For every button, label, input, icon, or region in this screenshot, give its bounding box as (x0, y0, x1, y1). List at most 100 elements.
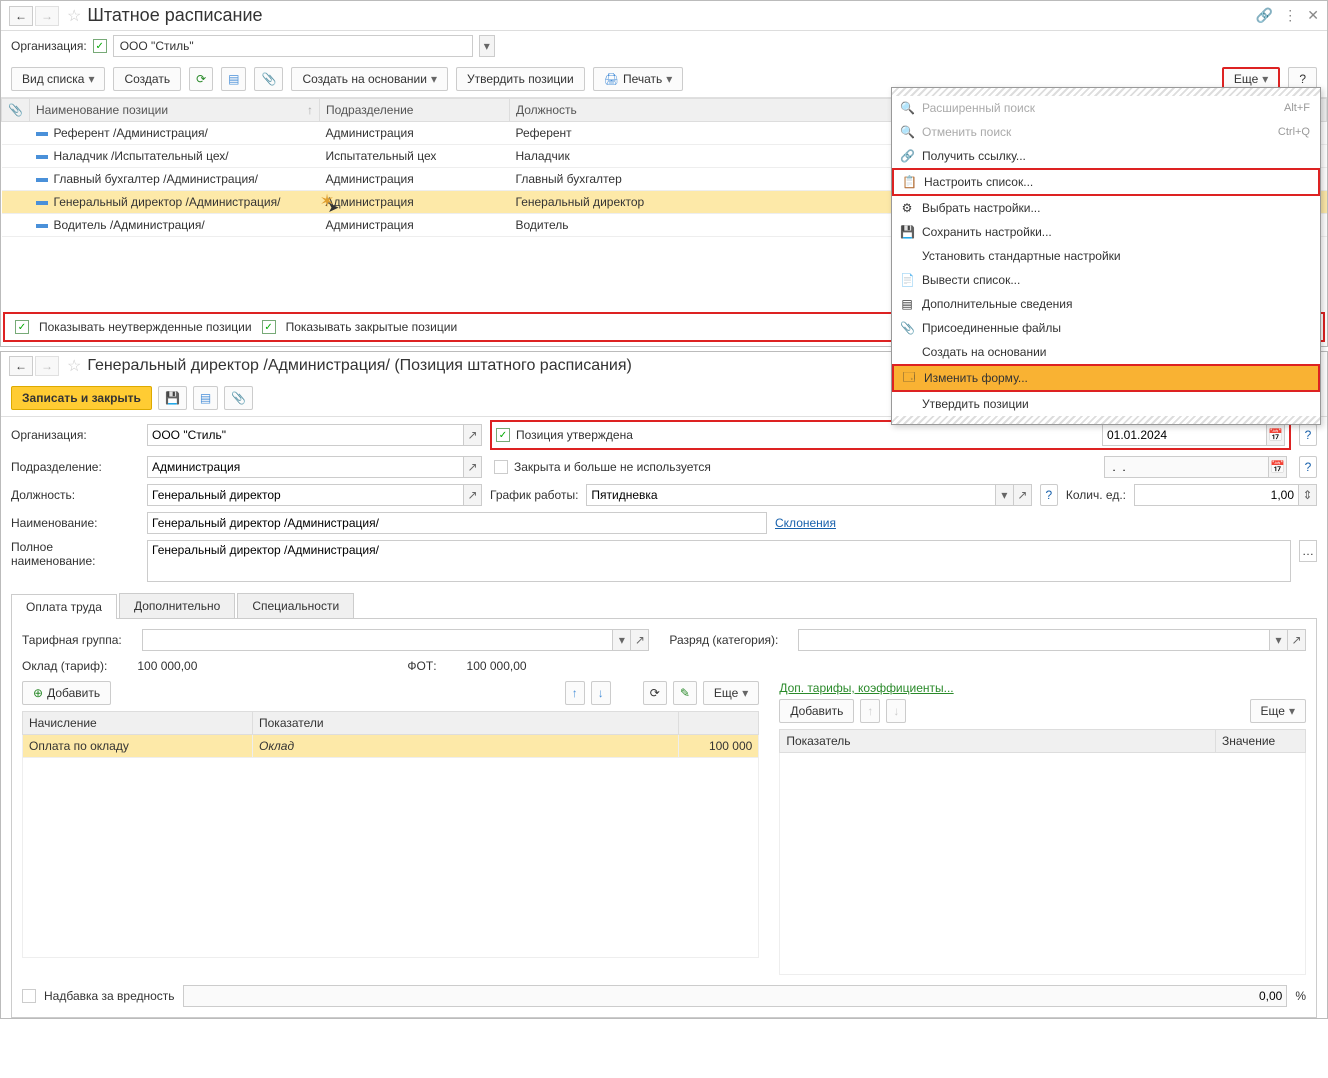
rank-input[interactable] (798, 629, 1270, 651)
save-close-button[interactable]: Записать и закрыть (11, 386, 152, 410)
org-checkbox[interactable]: ✓ (93, 39, 107, 53)
more-coef-button[interactable]: Еще▾ (1250, 699, 1306, 723)
menu-adv-search[interactable]: 🔍Расширенный поискAlt+F (892, 96, 1320, 120)
coef-up-button[interactable]: ↑ (860, 699, 880, 723)
declension-link[interactable]: Склонения (775, 516, 836, 530)
create-button[interactable]: Создать (113, 67, 181, 91)
menu-output-list[interactable]: 📄Вывести список... (892, 268, 1320, 292)
menu-approve[interactable]: Утвердить позиции (892, 392, 1320, 416)
fullname-expand[interactable]: … (1299, 540, 1317, 562)
menu-config-list[interactable]: 📋Настроить список... (892, 168, 1320, 196)
approved-checkbox[interactable]: ✓ (496, 428, 510, 442)
favorite-icon[interactable]: ☆ (67, 6, 81, 26)
list-icon-button[interactable]: ▤ (193, 386, 218, 410)
staff-schedule-window: ← → ☆ Штатное расписание 🔗 ⋮ ✕ Организац… (0, 0, 1328, 347)
create-based-button[interactable]: Создать на основании▾ (291, 67, 448, 91)
detail-back-button[interactable]: ← (9, 356, 33, 376)
harm-value-input[interactable] (183, 985, 1288, 1007)
org-input[interactable] (147, 424, 464, 446)
detail-forward-button[interactable]: → (35, 356, 59, 376)
col-name[interactable]: Наименование позиции↑ (30, 99, 320, 122)
forward-button[interactable]: → (35, 6, 59, 26)
tab-pay[interactable]: Оплата труда (11, 594, 117, 619)
menu-change-form[interactable]: 🗔Изменить форму... (892, 364, 1320, 392)
refresh-button[interactable]: ⟳ (189, 67, 213, 91)
tab-extra[interactable]: Дополнительно (119, 593, 235, 618)
col-accrual[interactable]: Начисление (23, 712, 253, 735)
col-indicators[interactable]: Показатели (253, 712, 679, 735)
move-up-button[interactable]: ↑ (565, 681, 585, 705)
help-button[interactable]: ? (1299, 424, 1317, 446)
approved-date-input[interactable] (1102, 424, 1267, 446)
link-icon[interactable]: 🔗 (1256, 7, 1273, 24)
refresh-accruals-button[interactable]: ⟳ (643, 681, 667, 705)
info-icon: ▤ (900, 297, 914, 311)
edit-accruals-button[interactable]: ✎ (673, 681, 697, 705)
org-open-button[interactable]: ↗ (464, 424, 482, 446)
units-input[interactable] (1134, 484, 1299, 506)
harm-checkbox[interactable] (22, 989, 36, 1003)
more-accruals-button[interactable]: Еще▾ (703, 681, 759, 705)
units-spinner[interactable]: ⇕ (1299, 484, 1317, 506)
move-down-button[interactable]: ↓ (591, 681, 611, 705)
dept-input[interactable] (147, 456, 464, 478)
add-accrual-button[interactable]: ⊕Добавить (22, 681, 111, 705)
menu-get-link[interactable]: 🔗Получить ссылку... (892, 144, 1320, 168)
extra-coef-link[interactable]: Доп. тарифы, коэффициенты... (779, 681, 953, 695)
closed-checkbox[interactable] (494, 460, 508, 474)
col-indicator[interactable]: Показатель (780, 730, 1216, 753)
menu-std-settings[interactable]: Установить стандартные настройки (892, 244, 1320, 268)
close-icon[interactable]: ✕ (1307, 7, 1319, 24)
tg-dropdown[interactable]: ▾ (613, 629, 631, 651)
menu-create-based[interactable]: Создать на основании (892, 340, 1320, 364)
accrual-row[interactable]: Оплата по окладу Оклад 100 000 (23, 735, 759, 758)
accruals-table: Начисление Показатели Оплата по окладу О… (22, 711, 759, 758)
sched-input[interactable] (586, 484, 995, 506)
menu-cancel-search[interactable]: 🔍Отменить поискCtrl+Q (892, 120, 1320, 144)
sched-dropdown[interactable]: ▾ (996, 484, 1014, 506)
rank-open[interactable]: ↗ (1288, 629, 1306, 651)
kebab-icon[interactable]: ⋮ (1283, 7, 1297, 24)
detail-favorite-icon[interactable]: ☆ (67, 356, 81, 376)
show-unapproved-checkbox[interactable]: ✓ (15, 320, 29, 334)
approve-button[interactable]: Утвердить позиции (456, 67, 585, 91)
closed-date-input[interactable] (1104, 456, 1269, 478)
salary-value: 100 000,00 (137, 659, 197, 673)
help-button[interactable]: ? (1040, 484, 1058, 506)
link-icon: 🔗 (900, 149, 914, 163)
add-coef-button[interactable]: Добавить (779, 699, 854, 723)
pos-open-button[interactable]: ↗ (464, 484, 482, 506)
tabs: Оплата труда Дополнительно Специальности (11, 593, 1317, 619)
calendar-icon[interactable]: 📅 (1267, 424, 1285, 446)
closed-label: Закрыта и больше не используется (514, 460, 1098, 474)
menu-save-settings[interactable]: 💾Сохранить настройки... (892, 220, 1320, 244)
attach-button[interactable]: 📎 (224, 386, 253, 410)
fullname-input[interactable] (147, 540, 1291, 582)
menu-attached-files[interactable]: 📎Присоединенные файлы (892, 316, 1320, 340)
pos-input[interactable] (147, 484, 464, 506)
org-dropdown-button[interactable]: ▾ (479, 35, 495, 57)
calendar-icon[interactable]: 📅 (1269, 456, 1287, 478)
col-attach[interactable]: 📎 (2, 99, 30, 122)
help-button[interactable]: ? (1299, 456, 1317, 478)
coef-down-button[interactable]: ↓ (886, 699, 906, 723)
menu-extra-info[interactable]: ▤Дополнительные сведения (892, 292, 1320, 316)
back-button[interactable]: ← (9, 6, 33, 26)
rank-dropdown[interactable]: ▾ (1270, 629, 1288, 651)
attach-button[interactable]: 📎 (254, 67, 283, 91)
list-icon-button[interactable]: ▤ (221, 67, 246, 91)
org-select[interactable]: ООО "Стиль" (113, 35, 473, 57)
dept-open-button[interactable]: ↗ (464, 456, 482, 478)
tg-open[interactable]: ↗ (631, 629, 649, 651)
print-button[interactable]: 🖨Печать▾ (593, 67, 684, 91)
tab-spec[interactable]: Специальности (237, 593, 354, 618)
show-closed-checkbox[interactable]: ✓ (262, 320, 276, 334)
list-type-button[interactable]: Вид списка▾ (11, 67, 105, 91)
col-dept[interactable]: Подразделение (320, 99, 510, 122)
sched-open[interactable]: ↗ (1014, 484, 1032, 506)
col-value[interactable]: Значение (1216, 730, 1306, 753)
menu-choose-settings[interactable]: ⚙Выбрать настройки... (892, 196, 1320, 220)
save-button[interactable]: 💾 (158, 386, 187, 410)
tariff-group-input[interactable] (142, 629, 614, 651)
name-input[interactable] (147, 512, 767, 534)
